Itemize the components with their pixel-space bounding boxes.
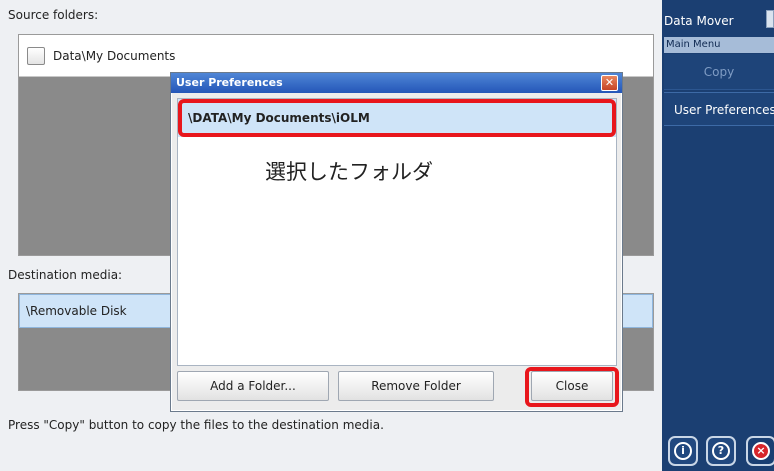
- dialog-title: User Preferences: [176, 76, 283, 89]
- side-panel: Data Mover Main Menu Copy User Preferenc…: [662, 0, 774, 471]
- copy-button[interactable]: Copy: [664, 54, 774, 90]
- dialog-titlebar[interactable]: User Preferences ✕: [171, 73, 622, 93]
- folder-list[interactable]: \DATA\My Documents\iOLM: [177, 98, 617, 366]
- user-preferences-button[interactable]: User Preferences...: [664, 92, 774, 126]
- remove-folder-button[interactable]: Remove Folder: [338, 371, 494, 401]
- help-icon: ?: [712, 442, 730, 460]
- close-icon[interactable]: ✕: [601, 75, 618, 91]
- info-button[interactable]: i: [668, 436, 698, 466]
- exit-icon: ×: [752, 442, 770, 460]
- source-folders-label: Source folders:: [8, 8, 99, 22]
- status-text: Press "Copy" button to copy the files to…: [8, 418, 384, 432]
- destination-media-label: Destination media:: [8, 268, 123, 282]
- destination-media-text: \Removable Disk: [26, 304, 127, 318]
- source-folder-checkbox[interactable]: [27, 46, 45, 65]
- add-folder-button[interactable]: Add a Folder...: [177, 371, 329, 401]
- annotation-text: 選択したフォルダ: [265, 160, 433, 184]
- selected-folder-highlight: [178, 99, 616, 137]
- exit-button[interactable]: ×: [746, 436, 774, 466]
- close-button-highlight: [525, 367, 619, 407]
- main-menu-header: Main Menu: [664, 37, 774, 53]
- side-panel-handle[interactable]: [766, 10, 774, 28]
- source-folder-item[interactable]: Data\My Documents: [19, 35, 653, 77]
- source-folder-label: Data\My Documents: [53, 48, 176, 63]
- info-icon: i: [674, 442, 692, 460]
- help-button[interactable]: ?: [706, 436, 736, 466]
- user-preferences-dialog: User Preferences ✕ \DATA\My Documents\iO…: [170, 72, 623, 412]
- app-title: Data Mover: [664, 14, 734, 28]
